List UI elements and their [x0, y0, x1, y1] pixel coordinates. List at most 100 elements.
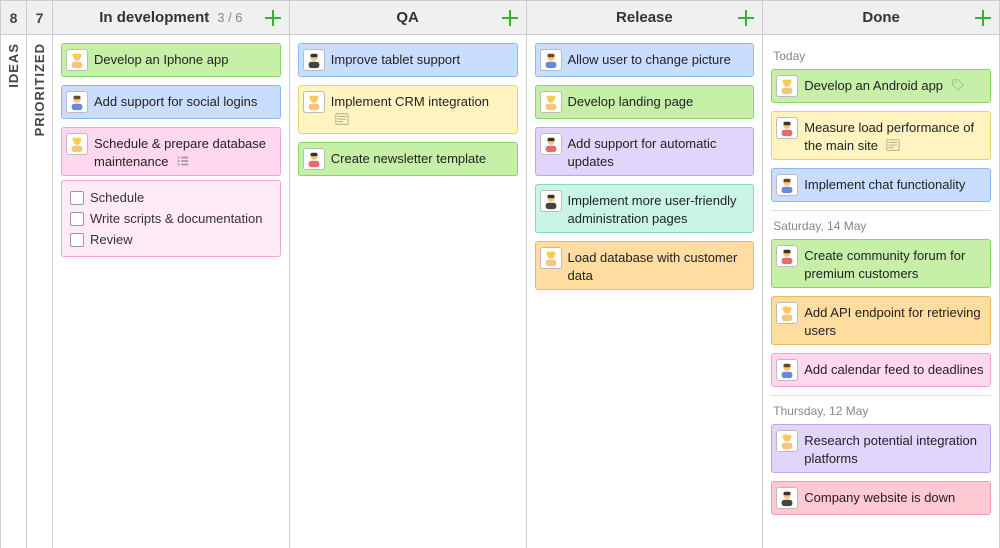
- avatar: [776, 75, 798, 97]
- card-title: Company website is down: [804, 487, 984, 507]
- divider: [771, 395, 991, 396]
- column-qa: QA Improve tablet support Implement CRM …: [290, 1, 527, 548]
- date-group-label: Today: [773, 49, 991, 63]
- column-header: Done: [763, 1, 999, 35]
- column-done: Done Today Develop an Android app Measur…: [763, 1, 1000, 548]
- column-ideas-collapsed[interactable]: 8 IDEAS: [1, 1, 27, 548]
- card-title: Add support for automatic updates: [568, 133, 748, 170]
- checklist-icon: [176, 154, 190, 169]
- card[interactable]: Add calendar feed to deadlines: [771, 353, 991, 387]
- card[interactable]: Develop an Android app: [771, 69, 991, 103]
- checklist-item[interactable]: Review: [70, 229, 272, 250]
- card[interactable]: Implement more user-friendly administrat…: [535, 184, 755, 233]
- prioritized-label: PRIORITIZED: [32, 35, 47, 144]
- card[interactable]: Schedule & prepare database maintenance: [61, 127, 281, 176]
- card-title: Schedule & prepare database maintenance: [94, 133, 274, 170]
- card[interactable]: Create newsletter template: [298, 142, 518, 176]
- column-body: Improve tablet support Implement CRM int…: [290, 35, 526, 548]
- card-title: Create community forum for premium custo…: [804, 245, 984, 282]
- column-title: QA: [396, 9, 419, 26]
- tag-icon: [951, 78, 965, 93]
- date-group-label: Saturday, 14 May: [773, 219, 991, 233]
- card-title: Allow user to change picture: [568, 49, 748, 69]
- column-release: Release Allow user to change picture Dev…: [527, 1, 764, 548]
- card-title: Add calendar feed to deadlines: [804, 359, 984, 379]
- avatar: [540, 91, 562, 113]
- column-title: Done: [862, 9, 900, 26]
- checklist-item[interactable]: Schedule: [70, 187, 272, 208]
- divider: [771, 210, 991, 211]
- column-body: Develop an Iphone app Add support for so…: [53, 35, 289, 548]
- column-header: QA: [290, 1, 526, 35]
- card-title: Implement CRM integration: [331, 91, 511, 128]
- card-title: Develop landing page: [568, 91, 748, 111]
- add-card-icon[interactable]: [500, 8, 520, 28]
- card[interactable]: Add API endpoint for retrieving users: [771, 296, 991, 345]
- ideas-count: 8: [1, 1, 26, 35]
- avatar: [776, 302, 798, 324]
- card[interactable]: Research potential integration platforms: [771, 424, 991, 473]
- card[interactable]: Add support for social logins: [61, 85, 281, 119]
- checkbox-icon[interactable]: [70, 191, 84, 205]
- avatar: [303, 49, 325, 71]
- card[interactable]: Improve tablet support: [298, 43, 518, 77]
- card-title: Develop an Android app: [804, 75, 984, 95]
- column-title: Release: [616, 9, 673, 26]
- card[interactable]: Add support for automatic updates: [535, 127, 755, 176]
- card-title: Add API endpoint for retrieving users: [804, 302, 984, 339]
- note-icon: [886, 138, 900, 153]
- avatar: [776, 430, 798, 452]
- avatar: [540, 190, 562, 212]
- avatar: [540, 133, 562, 155]
- avatar: [540, 49, 562, 71]
- avatar: [303, 91, 325, 113]
- checkbox-icon[interactable]: [70, 233, 84, 247]
- avatar: [303, 148, 325, 170]
- date-group-label: Thursday, 12 May: [773, 404, 991, 418]
- avatar: [66, 49, 88, 71]
- add-card-icon[interactable]: [736, 8, 756, 28]
- column-body: Today Develop an Android app Measure loa…: [763, 35, 999, 548]
- note-icon: [335, 112, 349, 127]
- card-title: Load database with customer data: [568, 247, 748, 284]
- card[interactable]: Measure load performance of the main sit…: [771, 111, 991, 160]
- card[interactable]: Develop landing page: [535, 85, 755, 119]
- card[interactable]: Allow user to change picture: [535, 43, 755, 77]
- card-title: Measure load performance of the main sit…: [804, 117, 984, 154]
- card-title: Implement more user-friendly administrat…: [568, 190, 748, 227]
- card-title: Add support for social logins: [94, 91, 274, 111]
- kanban-board: 8 IDEAS 7 PRIORITIZED In development 3 /…: [0, 0, 1000, 548]
- avatar: [776, 487, 798, 509]
- avatar: [66, 91, 88, 113]
- avatar: [540, 247, 562, 269]
- prioritized-count: 7: [27, 1, 52, 35]
- column-header: Release: [527, 1, 763, 35]
- checklist-item[interactable]: Write scripts & documentation: [70, 208, 272, 229]
- card[interactable]: Implement CRM integration: [298, 85, 518, 134]
- checkbox-icon[interactable]: [70, 212, 84, 226]
- column-prioritized-collapsed[interactable]: 7 PRIORITIZED: [27, 1, 53, 548]
- card-checklist: Schedule Write scripts & documentation R…: [61, 180, 281, 257]
- card[interactable]: Load database with customer data: [535, 241, 755, 290]
- card[interactable]: Company website is down: [771, 481, 991, 515]
- wip-indicator: 3 / 6: [217, 10, 242, 25]
- avatar: [776, 359, 798, 381]
- column-body: Allow user to change picture Develop lan…: [527, 35, 763, 548]
- card-title: Develop an Iphone app: [94, 49, 274, 69]
- column-in-development: In development 3 / 6 Develop an Iphone a…: [53, 1, 290, 548]
- avatar: [66, 133, 88, 155]
- card[interactable]: Develop an Iphone app: [61, 43, 281, 77]
- card-title: Improve tablet support: [331, 49, 511, 69]
- avatar: [776, 245, 798, 267]
- avatar: [776, 117, 798, 139]
- card[interactable]: Create community forum for premium custo…: [771, 239, 991, 288]
- add-card-icon[interactable]: [263, 8, 283, 28]
- add-card-icon[interactable]: [973, 8, 993, 28]
- card-title: Create newsletter template: [331, 148, 511, 168]
- card-title: Implement chat functionality: [804, 174, 984, 194]
- column-header: In development 3 / 6: [53, 1, 289, 35]
- card[interactable]: Implement chat functionality: [771, 168, 991, 202]
- card-title: Research potential integration platforms: [804, 430, 984, 467]
- column-title: In development: [99, 9, 209, 26]
- ideas-label: IDEAS: [6, 35, 21, 96]
